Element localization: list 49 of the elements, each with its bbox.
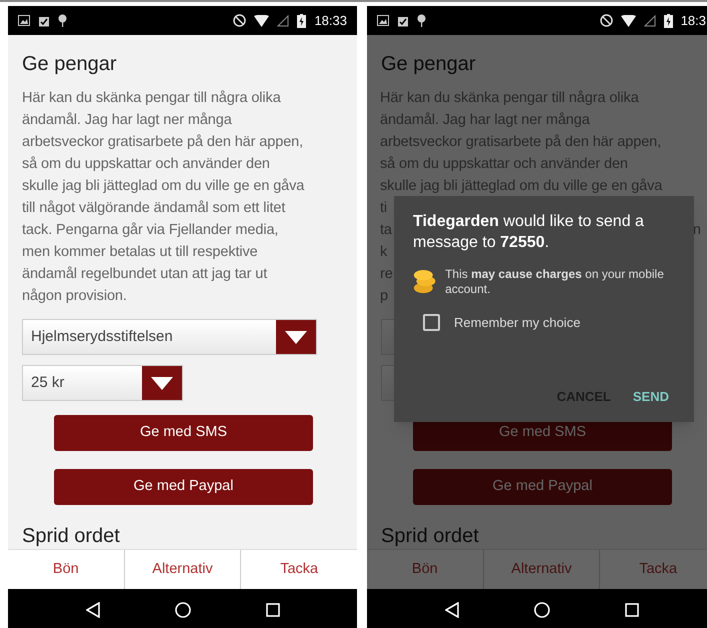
do-not-disturb-icon <box>233 14 246 27</box>
description-text: Här kan du skänka pengar till några olika <box>380 89 639 108</box>
pin-icon <box>417 14 426 27</box>
description-text: Här kan du skänka pengar till några olika ändamål. Jag har lagt ner många arbetsveckor gratisarbete på den här appen, så om du uppskattar och använder den skulle jag bli jätteglad om du ville ge en gåva till något välgörande ändamål som ett litet tack. Pengarna går via Fjellander media, men kommer betalas ut till respektive ändamål regelbundet utan att jag tar ut någon provision. <box>22 89 305 306</box>
home-icon[interactable] <box>174 602 190 618</box>
section-title: Sprid ordet <box>381 524 480 549</box>
warning-text: This may cause charges on your mobile account. <box>445 267 665 297</box>
description-text: ti <box>380 199 388 218</box>
action-button[interactable]: Ge med SMS <box>54 415 313 451</box>
image-icon <box>377 15 389 26</box>
description-text: re <box>380 265 393 284</box>
description-text: så om du uppskattar och använder den <box>380 155 628 174</box>
status-time: 18:33 <box>314 12 347 30</box>
back-icon[interactable] <box>444 602 458 618</box>
image-icon <box>18 15 30 26</box>
page-title: Ge pengar <box>381 52 477 77</box>
caret-icon <box>151 376 173 390</box>
battery-icon <box>297 14 306 28</box>
wifi-icon <box>254 14 270 26</box>
description-text: skulle jag bli jätteglad om du ville ge en gåva <box>380 177 662 196</box>
description-text: ta <box>380 221 392 240</box>
checkbox-label: Remember my choice <box>454 314 580 332</box>
recents-icon[interactable] <box>266 602 280 616</box>
pin-icon <box>58 14 67 27</box>
description-text: arbetsveckor gratisarbete på den här appen, <box>380 133 662 152</box>
back-icon[interactable] <box>86 602 100 618</box>
tab[interactable]: Bön <box>8 550 124 589</box>
description-text: ändamål. Jag har lagt ner många <box>380 111 590 130</box>
caret-icon <box>285 330 307 344</box>
status-time: 18:3 <box>680 12 706 30</box>
dialog-button[interactable]: SEND <box>632 386 669 406</box>
home-icon[interactable] <box>534 602 550 618</box>
signal-icon <box>644 14 656 26</box>
clipboard-icon <box>38 14 50 26</box>
signal-icon <box>277 14 290 26</box>
recents-icon[interactable] <box>624 602 638 616</box>
dropdown[interactable]: Hjelmserydsstiftelsen <box>22 319 317 355</box>
description-text: p <box>380 287 388 306</box>
do-not-disturb-icon <box>600 14 613 27</box>
section-title: Sprid ordet <box>22 524 121 549</box>
battery-icon <box>664 14 673 28</box>
description-text: k <box>380 243 388 262</box>
action-button[interactable]: Ge med Paypal <box>54 469 313 505</box>
wifi-icon <box>620 14 636 26</box>
page-title: Ge pengar <box>22 52 118 77</box>
dropdown[interactable]: 25 kr <box>22 365 183 401</box>
checkbox[interactable] <box>423 314 440 332</box>
clipboard-icon <box>397 14 409 26</box>
dialog-message: Tidegarden would like to send a message to 72550. <box>413 212 645 253</box>
